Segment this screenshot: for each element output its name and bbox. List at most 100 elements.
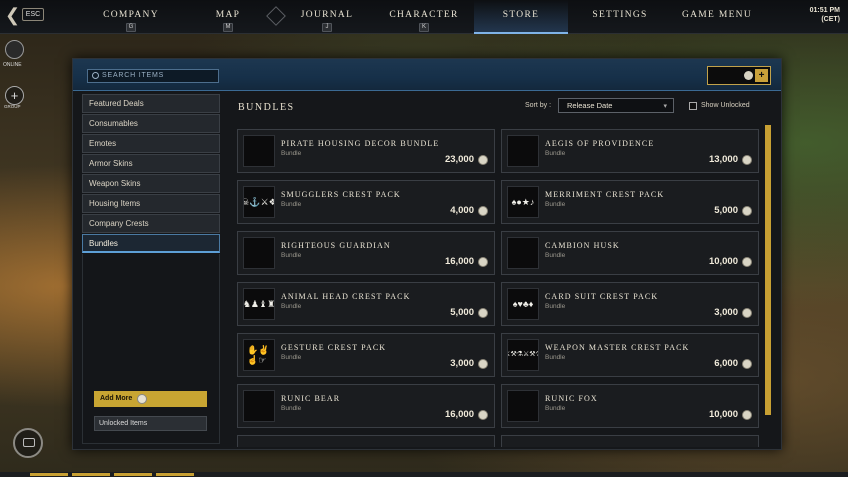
nav-hotkey: G (126, 23, 136, 32)
clock-zone: (CET) (821, 16, 840, 23)
bundle-type: Bundle (545, 303, 566, 310)
bundle-name: AEGIS OF PROVIDENCE (545, 139, 655, 148)
add-more-label: Add More (100, 395, 133, 402)
bundle-type: Bundle (281, 150, 302, 157)
category-bundles[interactable]: Bundles (82, 234, 220, 253)
store-panel: SEARCH ITEMS 0 + Featured Deals Consumab… (72, 58, 782, 450)
nav-diamond-ornament-icon (266, 6, 286, 26)
category-featured-deals[interactable]: Featured Deals (82, 94, 220, 113)
nav-company[interactable]: COMPANY G (95, 0, 167, 34)
coin-icon (742, 359, 752, 369)
category-emotes[interactable]: Emotes (82, 134, 220, 153)
nav-hotkey: K (419, 23, 429, 32)
bundle-price: 10,000 (708, 409, 738, 420)
bundle-price: 13,000 (708, 154, 738, 165)
online-status: ONLINE (3, 62, 22, 68)
show-unlocked-checkbox[interactable]: Show Unlocked (689, 102, 750, 110)
bundle-name: RIGHTEOUS GUARDIAN (281, 241, 391, 250)
bundle-name: MERRIMENT CREST PACK (545, 190, 665, 199)
grid-scrollbar[interactable] (765, 125, 771, 415)
coin-icon (478, 308, 488, 318)
coin-icon (742, 308, 752, 318)
add-group-plus-icon[interactable]: + (5, 86, 24, 105)
bundle-card[interactable]: RUNIC FOX Bundle 10,000 (501, 384, 759, 428)
gesture-crests-icon: ✋✌☝☞ (243, 339, 275, 371)
coin-icon (478, 257, 488, 267)
nav-character[interactable]: CHARACTER K (380, 0, 468, 34)
bundle-card[interactable]: ♠●★♪ MERRIMENT CREST PACK Bundle 5,000 (501, 180, 759, 224)
add-more-button[interactable]: Add More (94, 391, 207, 407)
nav-label: CHARACTER (389, 10, 459, 20)
bundle-price: 5,000 (450, 307, 474, 318)
nav-map[interactable]: MAP M (192, 0, 264, 34)
steel-knight-icon (243, 237, 275, 269)
bundle-card[interactable]: PIRATE HOUSING DECOR BUNDLE Bundle 23,00… (237, 129, 495, 173)
bundle-price: 23,000 (444, 154, 474, 165)
bundle-card[interactable]: CAMBION HUSK Bundle 10,000 (501, 231, 759, 275)
bundle-name: PIRATE HOUSING DECOR BUNDLE (281, 139, 440, 148)
nav-store[interactable]: STORE (474, 0, 568, 34)
nav-label: SETTINGS (592, 10, 648, 20)
weapon-crests-icon: ⚔⚒⚗⚔⚒⚗ (507, 339, 539, 371)
back-arrow-icon[interactable]: ❮ (5, 6, 20, 24)
bundle-card[interactable]: ♠♥♣♦ CARD SUIT CREST PACK Bundle 3,000 (501, 282, 759, 326)
bundle-card[interactable] (237, 435, 495, 447)
category-housing-items[interactable]: Housing Items (82, 194, 220, 213)
nav-settings[interactable]: SETTINGS (580, 0, 660, 34)
top-navigation-bar: ❮ ESC COMPANY G MAP M JOURNAL J CHARACTE… (0, 0, 848, 34)
bundle-card[interactable] (501, 435, 759, 447)
esc-key-badge[interactable]: ESC (22, 8, 44, 21)
bundle-card[interactable]: ♞♟♝♜ ANIMAL HEAD CREST PACK Bundle 5,000 (237, 282, 495, 326)
gold-treasure-icon (243, 135, 275, 167)
hotbar-slot (30, 473, 68, 476)
bundle-card[interactable]: ☠⚓⚔❖ SMUGGLERS CREST PACK Bundle 4,000 (237, 180, 495, 224)
search-icon (92, 72, 99, 79)
unlocked-items-button[interactable]: Unlocked Items (94, 416, 207, 431)
player-avatar[interactable] (5, 40, 24, 59)
nav-hotkey: M (223, 23, 233, 32)
bundle-price: 16,000 (444, 409, 474, 420)
buy-coins-plus-button[interactable]: + (755, 69, 768, 82)
chevron-down-icon: ▾ (663, 103, 667, 110)
bundle-card[interactable]: AEGIS OF PROVIDENCE Bundle 13,000 (501, 129, 759, 173)
smuggler-crests-icon: ☠⚓⚔❖ (243, 186, 275, 218)
bundle-price: 16,000 (444, 256, 474, 267)
category-weapon-skins[interactable]: Weapon Skins (82, 174, 220, 193)
bundle-card[interactable]: RIGHTEOUS GUARDIAN Bundle 16,000 (237, 231, 495, 275)
bundle-card[interactable]: ✋✌☝☞ GESTURE CREST PACK Bundle 3,000 (237, 333, 495, 377)
animal-crests-icon: ♞♟♝♜ (243, 288, 275, 320)
bundle-type: Bundle (545, 150, 566, 157)
bundle-name: WEAPON MASTER CREST PACK (545, 343, 690, 352)
coin-icon (742, 410, 752, 420)
bundle-card[interactable]: ⚔⚒⚗⚔⚒⚗ WEAPON MASTER CREST PACK Bundle 6… (501, 333, 759, 377)
category-consumables[interactable]: Consumables (82, 114, 220, 133)
bundle-type: Bundle (281, 252, 302, 259)
bundle-type: Bundle (545, 201, 566, 208)
bundle-type: Bundle (281, 303, 302, 310)
coin-icon (478, 410, 488, 420)
bundle-type: Bundle (545, 405, 566, 412)
bundle-name: SMUGGLERS CREST PACK (281, 190, 401, 199)
sort-dropdown[interactable]: Release Date ▾ (558, 98, 674, 113)
bundle-card[interactable]: RUNIC BEAR Bundle 16,000 (237, 384, 495, 428)
category-armor-skins[interactable]: Armor Skins (82, 154, 220, 173)
chat-bubble-icon[interactable] (13, 428, 43, 458)
bundle-price: 6,000 (714, 358, 738, 369)
runic-fox-icon (507, 390, 539, 422)
category-company-crests[interactable]: Company Crests (82, 214, 220, 233)
coin-icon (478, 359, 488, 369)
bundle-name: ANIMAL HEAD CREST PACK (281, 292, 411, 301)
nav-game-menu[interactable]: GAME MENU (675, 0, 759, 34)
bundle-price: 3,000 (714, 307, 738, 318)
sort-value: Release Date (567, 101, 613, 110)
bundle-price: 10,000 (708, 256, 738, 267)
nav-journal[interactable]: JOURNAL J (288, 0, 366, 34)
bundle-name: RUNIC FOX (545, 394, 598, 403)
coin-icon (137, 394, 147, 404)
bundle-grid: PIRATE HOUSING DECOR BUNDLE Bundle 23,00… (237, 129, 760, 447)
coin-balance: 0 + (707, 66, 771, 85)
search-input[interactable]: SEARCH ITEMS (87, 69, 219, 83)
nav-label: STORE (502, 10, 540, 20)
coin-icon (478, 206, 488, 216)
checkbox-icon (689, 102, 697, 110)
